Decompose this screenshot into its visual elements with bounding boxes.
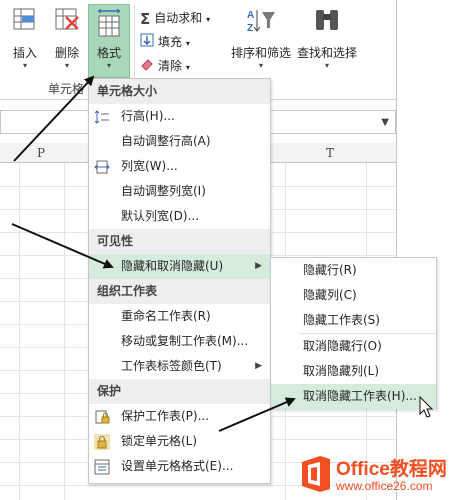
fill-label: 填充 — [158, 35, 183, 49]
find-select-button[interactable]: 查找和选择 ▾ — [295, 6, 359, 76]
column-divider — [64, 163, 65, 500]
menu-item-lock-cell[interactable]: 锁定单元格(L) — [89, 429, 270, 454]
column-width-icon — [94, 160, 110, 174]
delete-label: 删除 — [54, 46, 79, 60]
protect-sheet-icon — [95, 410, 110, 424]
section-header-visibility: 可见性 — [89, 229, 270, 254]
insert-button[interactable]: 插入 ▾ — [8, 6, 42, 76]
menu-item-label: 自动调整行高(A) — [121, 134, 211, 148]
insert-label: 插入 — [12, 46, 37, 60]
submenu-item-unhide-columns[interactable]: 取消隐藏列(L) — [271, 359, 436, 384]
menu-item-label: 隐藏和取消隐藏(U) — [121, 259, 224, 273]
sort-filter-label: 排序和筛选 — [230, 46, 291, 60]
chevron-down-icon: ▾ — [185, 63, 190, 72]
submenu-item-unhide-sheet[interactable]: 取消隐藏工作表(H)... — [271, 384, 436, 409]
format-button[interactable]: 格式 ▾ — [88, 4, 130, 78]
menu-item-label: 重命名工作表(R) — [121, 309, 211, 323]
menu-item-label: 默认列宽(D)... — [121, 209, 200, 223]
menu-item-tab-color[interactable]: 工作表标签颜色(T) ▶ — [89, 354, 270, 379]
right-edge-panel — [396, 0, 457, 500]
format-cells-icon — [94, 459, 110, 475]
menu-item-rename-sheet[interactable]: 重命名工作表(R) — [89, 304, 270, 329]
submenu-arrow-icon: ▶ — [255, 261, 262, 271]
delete-cells-icon — [55, 8, 79, 30]
submenu-arrow-icon: ▶ — [255, 361, 262, 371]
menu-item-label: 自动调整列宽(I) — [121, 184, 206, 198]
submenu-item-unhide-rows[interactable]: 取消隐藏行(O) — [271, 334, 436, 359]
chevron-down-icon: ▾ — [206, 15, 211, 24]
menu-item-label: 行高(H)... — [121, 109, 175, 123]
submenu-item-hide-rows[interactable]: 隐藏行(R) — [271, 258, 436, 283]
eraser-icon — [140, 57, 154, 77]
menu-item-default-width[interactable]: 默认列宽(D)... — [89, 204, 270, 229]
column-header-t[interactable]: T — [326, 146, 334, 160]
menu-item-autofit-row[interactable]: 自动调整行高(A) — [89, 129, 270, 154]
chevron-down-icon: ▾ — [324, 61, 329, 70]
binoculars-icon — [316, 10, 338, 30]
section-header-organize-sheets: 组织工作表 — [89, 279, 270, 304]
row-height-icon — [94, 110, 109, 124]
autosum-button[interactable]: Σ 自动求和 ▾ — [140, 8, 210, 28]
column-header-p[interactable]: P — [37, 146, 45, 160]
format-dropdown-menu: 单元格大小 行高(H)... 自动调整行高(A) 列宽(W)... 自动调整列宽… — [88, 78, 271, 484]
watermark-url: www.office26.com — [336, 479, 433, 493]
submenu-item-hide-sheet[interactable]: 隐藏工作表(S) — [271, 308, 436, 333]
sigma-icon: Σ — [140, 9, 151, 28]
chevron-down-icon: ▾ — [106, 61, 111, 70]
menu-item-hide-unhide[interactable]: 隐藏和取消隐藏(U) ▶ — [89, 254, 270, 279]
menu-item-label: 锁定单元格(L) — [121, 434, 198, 448]
menu-item-label: 列宽(W)... — [121, 159, 178, 173]
chevron-down-icon: ▾ — [64, 61, 69, 70]
format-cells-icon — [97, 8, 121, 37]
svg-text:A: A — [247, 10, 254, 21]
chevron-down-icon: ▾ — [258, 61, 263, 70]
find-select-label: 查找和选择 — [296, 46, 357, 60]
chevron-down-icon: ▾ — [185, 39, 190, 48]
menu-item-label: 移动或复制工作表(M)... — [121, 334, 249, 348]
menu-item-label: 设置单元格格式(E)... — [121, 459, 234, 473]
watermark-title: Office教程网 — [336, 459, 447, 480]
clear-button[interactable]: 清除 ▾ — [140, 56, 190, 76]
hide-unhide-submenu: 隐藏行(R) 隐藏列(C) 隐藏工作表(S) 取消隐藏行(O) 取消隐藏列(L)… — [270, 257, 437, 409]
fill-button[interactable]: 填充 ▾ — [140, 32, 190, 52]
menu-item-format-cells[interactable]: 设置单元格格式(E)... — [89, 454, 270, 479]
svg-text:Z: Z — [247, 23, 253, 34]
menu-item-column-width[interactable]: 列宽(W)... — [89, 154, 270, 179]
chevron-down-icon: ▾ — [22, 61, 27, 70]
menu-item-move-copy-sheet[interactable]: 移动或复制工作表(M)... — [89, 329, 270, 354]
column-divider — [19, 163, 20, 500]
submenu-item-hide-columns[interactable]: 隐藏列(C) — [271, 283, 436, 308]
autosum-label: 自动求和 — [154, 11, 203, 25]
group-cells-label: 单元格 — [48, 82, 85, 96]
section-header-protection: 保护 — [89, 379, 270, 404]
clear-label: 清除 — [158, 59, 183, 73]
sort-filter-icon: A Z — [247, 10, 275, 34]
office-logo-icon — [302, 456, 330, 492]
menu-item-label: 工作表标签颜色(T) — [121, 359, 222, 373]
menu-item-row-height[interactable]: 行高(H)... — [89, 104, 270, 129]
section-header-cell-size: 单元格大小 — [89, 79, 270, 104]
menu-item-label: 保护工作表(P)... — [121, 409, 210, 423]
format-label: 格式 — [96, 46, 121, 60]
sort-filter-button[interactable]: A Z 排序和筛选 ▾ — [228, 6, 294, 76]
lock-icon — [94, 434, 110, 450]
expand-formula-bar-icon[interactable]: ▼ — [381, 117, 389, 128]
insert-cells-icon — [13, 8, 35, 30]
menu-item-autofit-column[interactable]: 自动调整列宽(I) — [89, 179, 270, 204]
watermark: Office教程网 www.office26.com — [296, 450, 457, 500]
menu-item-protect-sheet[interactable]: 保护工作表(P)... — [89, 404, 270, 429]
fill-down-icon — [140, 33, 154, 53]
delete-button[interactable]: 删除 ▾ — [50, 6, 84, 76]
